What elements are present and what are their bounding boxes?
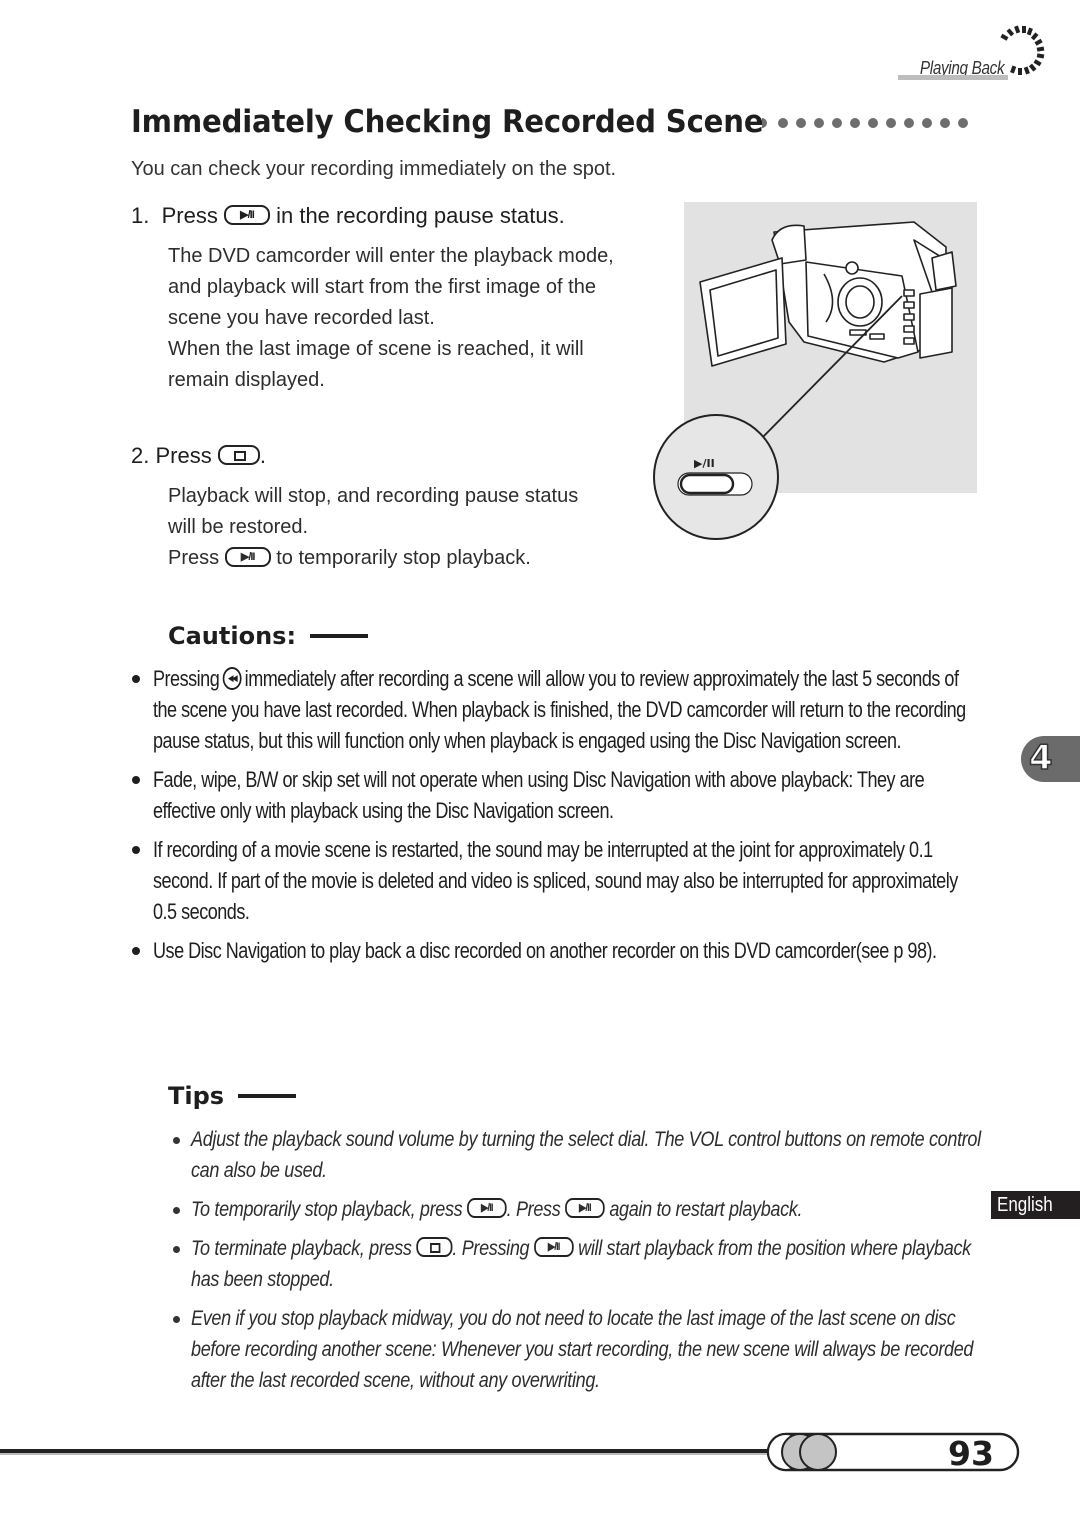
step-heading-text: in the recording pause status. [276, 203, 565, 228]
language-tab: English [991, 1191, 1080, 1219]
bullet-icon [173, 1246, 180, 1253]
step-heading-text: Press [155, 443, 212, 468]
body-line: Press ▶/II to temporarily stop playback. [168, 546, 531, 569]
page-number: 93 [948, 1434, 994, 1473]
play-pause-button-icon: ▶/II [224, 546, 271, 567]
intro-text: You can check your recording immediately… [131, 158, 617, 180]
callout-label: ▶/II [694, 457, 715, 470]
stop-button-icon [217, 445, 260, 466]
step-1-body: The DVD camcorder will enter the playbac… [168, 241, 668, 396]
body-line: remain displayed. [168, 369, 325, 391]
stop-button-icon [416, 1237, 453, 1258]
step-2-body: Playback will stop, and recording pause … [168, 481, 648, 574]
step-1-heading: 1. Press ▶/II in the recording pause sta… [131, 203, 565, 229]
step-heading-text: Press [161, 203, 218, 228]
page-title: Immediately Checking Recorded Scene [131, 104, 764, 140]
cautions-heading: Cautions: [168, 622, 369, 650]
button-callout-magnifier: ▶/II [653, 414, 779, 540]
body-line: The DVD camcorder will enter the playbac… [168, 245, 614, 267]
step-number: 2. [131, 443, 150, 468]
bullet-icon [132, 846, 140, 854]
chapter-tab: 4 [1021, 736, 1080, 782]
play-pause-button-icon: ▶/II [223, 205, 270, 226]
footer-rule [0, 1449, 780, 1453]
body-line: Playback will stop, and recording pause … [168, 485, 579, 507]
title-dot-leader [762, 118, 968, 128]
step-2-heading: 2. Press . [131, 443, 266, 469]
caution-item: Use Disc Navigation to play back a disc … [130, 935, 980, 966]
bullet-icon [173, 1316, 180, 1323]
heading-rule [310, 634, 369, 638]
tip-item: Adjust the playback sound volume by turn… [170, 1124, 990, 1186]
body-line: will be restored. [168, 516, 309, 538]
caution-item: Fade, wipe, B/W or skip set will not ope… [130, 764, 980, 826]
heading-rule [238, 1094, 297, 1098]
rewind-button-icon: ◀◀ [222, 666, 242, 690]
play-pause-button-icon: ▶/II [467, 1198, 507, 1219]
body-line: and playback will start from the first i… [168, 276, 596, 298]
tips-list: Adjust the playback sound volume by turn… [170, 1124, 990, 1404]
bullet-icon [173, 1137, 180, 1144]
caution-item: Pressing ◀◀ immediately after recording a … [130, 663, 980, 756]
step-number: 1. [131, 203, 150, 228]
language-label: English [997, 1194, 1053, 1216]
caution-item: If recording of a movie scene is restart… [130, 834, 980, 927]
tips-heading: Tips [168, 1082, 297, 1110]
tip-item: To temporarily stop playback, press ▶/II… [170, 1194, 990, 1225]
bullet-icon [173, 1207, 180, 1214]
tip-item: To terminate playback, press . Pressing … [170, 1233, 990, 1295]
play-pause-button-icon: ▶/II [533, 1237, 574, 1258]
chapter-number: 4 [1028, 737, 1053, 779]
play-pause-button-icon: ▶/II [565, 1198, 605, 1219]
cautions-list: Pressing ◀◀ immediately after recording a … [130, 663, 980, 974]
tip-item: Even if you stop playback midway, you do… [170, 1303, 990, 1396]
body-line: scene you have recorded last. [168, 307, 435, 329]
dotted-arc-icon [1000, 25, 1045, 75]
bullet-icon [132, 675, 140, 683]
bullet-icon [132, 776, 140, 784]
step-heading-text: . [259, 443, 266, 468]
bullet-icon [132, 947, 140, 955]
body-line: When the last image of scene is reached,… [168, 338, 584, 360]
